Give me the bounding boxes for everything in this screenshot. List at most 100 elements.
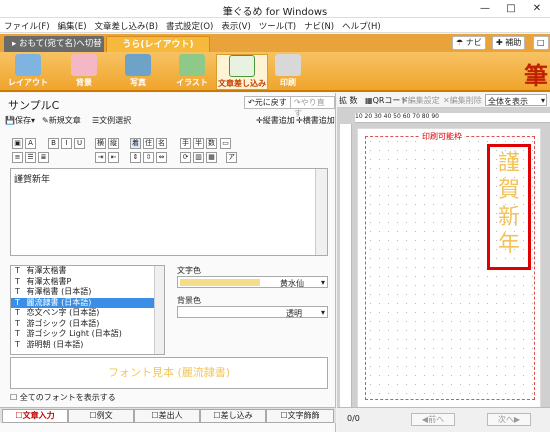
char-spacing-icon[interactable]: ⇔: [156, 152, 167, 163]
menu-bar: ファイル(F) 編集(E) 文章差し込み(B) 書式設定(O) 表示(V) ツール(T) ナ…: [0, 18, 550, 33]
truetype-icon: T: [15, 339, 20, 349]
bold-button[interactable]: B: [48, 138, 59, 149]
ribbon-background[interactable]: 背景: [58, 54, 110, 90]
underline-button[interactable]: U: [74, 138, 85, 149]
menu-tools[interactable]: ツール(T): [255, 18, 300, 34]
next-button[interactable]: 次へ▶: [487, 413, 531, 426]
prev-button[interactable]: ◀前へ: [411, 413, 455, 426]
tab-insert[interactable]: ☐差し込み: [200, 409, 266, 423]
text-color-value: 黄水仙: [280, 279, 304, 288]
horizontal-add-button[interactable]: ✛横書追加: [296, 115, 335, 126]
bg-color-value: 透明: [286, 309, 302, 318]
ribbon-background-label: 背景: [76, 78, 92, 87]
style-button-5[interactable]: 半: [193, 138, 204, 149]
outline-icon[interactable]: ▦: [206, 152, 217, 163]
font-item[interactable]: T 有澤太楷書: [11, 266, 164, 277]
view-select[interactable]: 全体を表示 ▾: [485, 94, 547, 106]
view-select-value: 全体を表示: [488, 97, 528, 106]
edit-delete-button[interactable]: ✕編集削除: [443, 95, 482, 106]
menu-view[interactable]: 表示(V): [217, 18, 254, 34]
menu-help[interactable]: ヘルプ(H): [338, 18, 385, 34]
spacing-icon[interactable]: ⇕: [130, 152, 141, 163]
indent-icon[interactable]: ⇥: [95, 152, 106, 163]
ribbon-illust[interactable]: イラスト: [166, 54, 218, 90]
ribbon-layout[interactable]: レイアウト: [2, 54, 54, 90]
tab-sender[interactable]: ☐差出人: [134, 409, 200, 423]
redo-button[interactable]: ↷やり直す: [290, 96, 335, 118]
shadow-icon[interactable]: ▥: [193, 152, 204, 163]
tab-examples[interactable]: ☐例文: [68, 409, 134, 423]
style-button-1[interactable]: 着: [130, 138, 141, 149]
text-frame-icon[interactable]: ▭: [220, 138, 231, 149]
tab-ura[interactable]: うら(レイアウト): [106, 36, 210, 52]
card-char: 謹: [497, 151, 520, 176]
font-item[interactable]: T 有澤太楷書P: [11, 277, 164, 288]
font-item[interactable]: T 游ゴシック Light (日本語): [11, 329, 164, 340]
printer-icon: [275, 54, 301, 76]
align-left-icon[interactable]: ≡: [12, 152, 23, 163]
background-icon: [71, 54, 97, 76]
navi-button[interactable]: ☂ ナビ: [452, 36, 486, 50]
horizontal-ruler: 10 20 30 40 50 60 70 80 90: [355, 113, 550, 123]
line-spacing-icon[interactable]: ⇳: [143, 152, 154, 163]
window-title: 筆ぐるめ for Windows: [222, 7, 328, 18]
style-button-3[interactable]: 名: [156, 138, 167, 149]
bg-color-select[interactable]: 透明 ▾: [177, 306, 328, 318]
show-all-fonts-checkbox[interactable]: ☐ 全てのフォントを表示する: [10, 392, 116, 403]
font-item[interactable]: T 游明朝 (日本語): [11, 340, 164, 351]
font-item[interactable]: T 恋文ペン字 (日本語): [11, 308, 164, 319]
vertical-add-button[interactable]: ✛縦書追加: [256, 115, 295, 126]
outdent-icon[interactable]: ⇤: [108, 152, 119, 163]
font-item[interactable]: T 游ゴシック (日本語): [11, 319, 164, 330]
menu-insert[interactable]: 文章差し込み(B): [91, 18, 162, 34]
style-button-6[interactable]: 数: [206, 138, 217, 149]
vertical-writing-button[interactable]: 縦: [108, 138, 119, 149]
text-color-label: 文字色: [177, 266, 201, 275]
tab-examples-label: 例文: [96, 411, 113, 420]
ribbon-photo[interactable]: 写真: [112, 54, 164, 90]
tab-decoration[interactable]: ☐文字飾飾: [266, 409, 334, 423]
align-right-icon[interactable]: ≣: [38, 152, 49, 163]
select-text-button[interactable]: ☰文例選択: [92, 115, 131, 126]
ribbon-print[interactable]: 印刷: [262, 54, 314, 90]
side-tab-bar: ▸ おもて(宛て名)へ切替 うら(レイアウト) ☂ ナビ ✚ 補助 □: [0, 34, 550, 52]
edit-setting-button[interactable]: ✎編集設定: [401, 95, 440, 106]
menu-format[interactable]: 書式設定(O): [162, 18, 217, 34]
tab-text-input[interactable]: ☐文章入力: [2, 409, 68, 423]
hojo-button[interactable]: ✚ 補助: [492, 36, 526, 50]
italic-button[interactable]: I: [61, 138, 72, 149]
new-text-button[interactable]: ✎新規文章: [42, 115, 81, 126]
ruby-icon[interactable]: ア: [226, 152, 237, 163]
font-list-scrollbar[interactable]: [154, 266, 164, 354]
maximize-button[interactable]: □: [498, 0, 524, 17]
illust-icon: [179, 54, 205, 76]
save-button[interactable]: 💾保存▾: [5, 115, 35, 126]
menu-file[interactable]: ファイル(F): [0, 18, 54, 34]
style-button-2[interactable]: 住: [143, 138, 154, 149]
editor-scrollbar[interactable]: [315, 169, 327, 255]
align-top-icon[interactable]: ▣: [12, 138, 23, 149]
menu-navi[interactable]: ナビ(N): [300, 18, 338, 34]
close-button[interactable]: ✕: [524, 0, 550, 17]
minimize-button[interactable]: —: [472, 0, 498, 17]
tab-omote[interactable]: ▸ おもて(宛て名)へ切替: [4, 36, 104, 52]
ribbon-text-insert[interactable]: 文章差し込み: [216, 54, 268, 90]
horizontal-writing-button[interactable]: 横: [95, 138, 106, 149]
align-center-icon[interactable]: ☰: [25, 152, 36, 163]
text-color-select[interactable]: 黄水仙 ▾: [177, 276, 328, 288]
style-button-4[interactable]: 手: [180, 138, 191, 149]
text-editor[interactable]: 謹賀新年: [10, 168, 328, 256]
text-box-icon[interactable]: A: [25, 138, 36, 149]
window-toggle-button[interactable]: □: [533, 36, 549, 50]
rotate-icon[interactable]: ⟳: [180, 152, 191, 163]
chevron-down-icon: ▾: [540, 96, 545, 105]
font-item-selected[interactable]: T 麗流隷書 (日本語): [11, 297, 164, 308]
vertical-add-label: 縦書追加: [262, 116, 295, 125]
horizontal-add-label: 横書追加: [302, 116, 335, 125]
font-list[interactable]: T 有澤太楷書 T 有澤太楷書P T 有澤楷書 (日本語) T 麗流隷書 (日本…: [10, 265, 165, 355]
undo-button[interactable]: ↶元に戻す: [244, 96, 291, 109]
app-window: 筆ぐるめ for Windows — □ ✕ ファイル(F) 編集(E) 文章差し込…: [0, 0, 550, 432]
font-item-label: 游明朝 (日本語): [26, 339, 84, 349]
menu-edit[interactable]: 編集(E): [54, 18, 91, 34]
font-item[interactable]: T 有澤楷書 (日本語): [11, 287, 164, 298]
